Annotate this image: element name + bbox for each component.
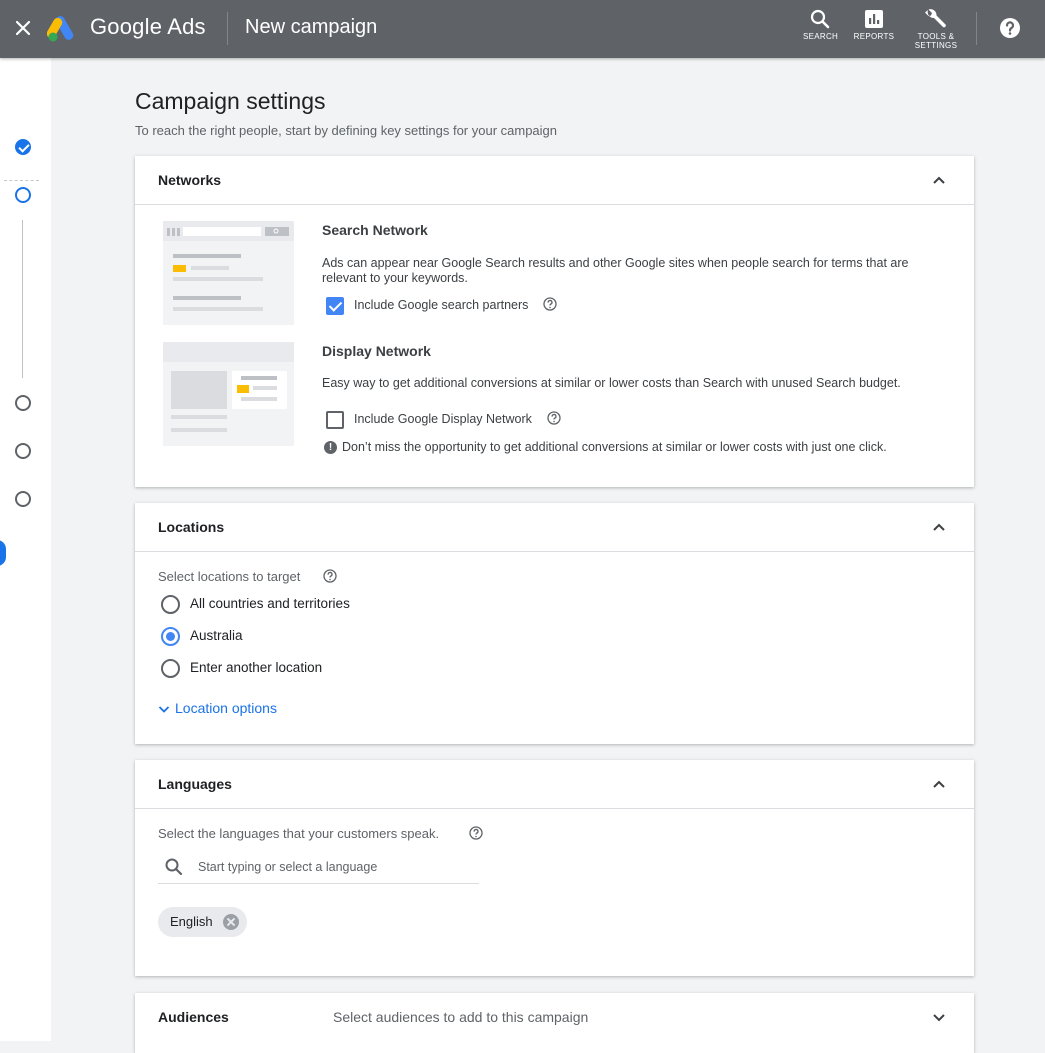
networks-card: Networks Search Network Ads can appear n… [135,156,974,487]
google-ads-logo [47,16,74,42]
radio-label[interactable]: Australia [190,628,243,643]
tools-settings-button[interactable]: TOOLS & SETTINGS [912,8,960,50]
step-current-icon[interactable] [15,187,31,203]
step-connector [22,220,23,378]
wrench-icon [925,9,946,28]
radio-another-location[interactable] [161,659,180,678]
locations-card: Locations Select locations to target All… [135,503,974,744]
step-icon[interactable] [15,395,31,411]
reports-button[interactable]: REPORTS [853,8,895,41]
step-completed-icon[interactable] [15,139,31,155]
language-search-field[interactable] [158,855,479,884]
page-subtitle: To reach the right people, start by defi… [135,123,558,138]
chevron-down-icon[interactable] [932,1010,946,1024]
display-network-description: Easy way to get additional conversions a… [322,376,901,390]
languages-field-label: Select the languages that your customers… [158,826,440,841]
audiences-card: Audiences Select audiences to add to thi… [135,993,974,1053]
chevron-up-icon[interactable] [932,520,946,534]
step-icon[interactable] [15,443,31,459]
locations-title: Locations [158,519,225,535]
search-button[interactable]: SEARCH [803,8,839,41]
search-icon [165,858,183,876]
languages-card-header[interactable]: Languages [135,760,974,809]
audiences-card-header[interactable]: Audiences Select audiences to add to thi… [135,993,974,1041]
search-icon [810,9,830,29]
networks-title: Networks [158,172,222,188]
close-icon[interactable] [12,17,34,39]
radio-australia[interactable] [161,627,180,646]
language-search-input[interactable] [198,855,468,879]
chevron-down-icon [158,706,170,713]
search-partners-label[interactable]: Include Google search partners [354,298,528,312]
location-options-link[interactable]: Location options [158,700,277,716]
display-network-illustration [163,342,294,446]
languages-title: Languages [158,776,232,792]
networks-card-header[interactable]: Networks [135,156,974,205]
search-button-label: SEARCH [803,32,839,41]
info-icon: ! [324,441,337,454]
step-navigation-rail [0,58,51,1041]
help-circle-icon[interactable] [547,411,561,425]
tools-label-line2: SETTINGS [914,41,958,50]
locations-card-header[interactable]: Locations [135,503,974,552]
chevron-up-icon[interactable] [932,777,946,791]
location-options-label: Location options [175,700,277,716]
page-header-title: New campaign [245,16,378,38]
help-circle-icon[interactable] [469,826,483,840]
radio-label[interactable]: Enter another location [190,660,322,675]
step-icon[interactable] [15,491,31,507]
languages-card: Languages Select the languages that your… [135,760,974,976]
search-network-title: Search Network [322,222,428,238]
display-network-title: Display Network [322,343,431,359]
display-network-label[interactable]: Include Google Display Network [354,412,532,426]
radio-label[interactable]: All countries and territories [190,596,350,611]
top-app-bar: Google Ads New campaign SEARCH REPORTS T… [0,0,1045,58]
reports-button-label: REPORTS [853,32,895,41]
audiences-description: Select audiences to add to this campaign [333,1009,589,1025]
search-network-illustration [163,221,294,325]
help-icon[interactable] [999,17,1021,39]
reports-icon [865,10,883,28]
language-chip-english: English [158,907,247,937]
remove-chip-icon[interactable] [222,914,239,930]
radio-all-countries[interactable] [161,595,180,614]
display-network-notice: Don’t miss the opportunity to get additi… [342,440,887,454]
display-network-checkbox[interactable] [326,411,344,429]
chevron-up-icon[interactable] [932,173,946,187]
topbar-divider [227,12,228,45]
help-circle-icon[interactable] [543,297,557,311]
help-circle-icon[interactable] [323,569,337,583]
audiences-title: Audiences [158,1009,229,1025]
search-partners-checkbox[interactable] [326,297,344,315]
brand-name: Google Ads [90,14,206,39]
topbar-divider [976,12,977,45]
page-title: Campaign settings [135,88,326,114]
language-chip-label: English [170,914,213,929]
tools-label-line1: TOOLS & [917,32,955,41]
locations-field-label: Select locations to target [158,569,301,584]
rail-divider [4,180,39,181]
search-network-description: Ads can appear near Google Search result… [322,256,909,285]
